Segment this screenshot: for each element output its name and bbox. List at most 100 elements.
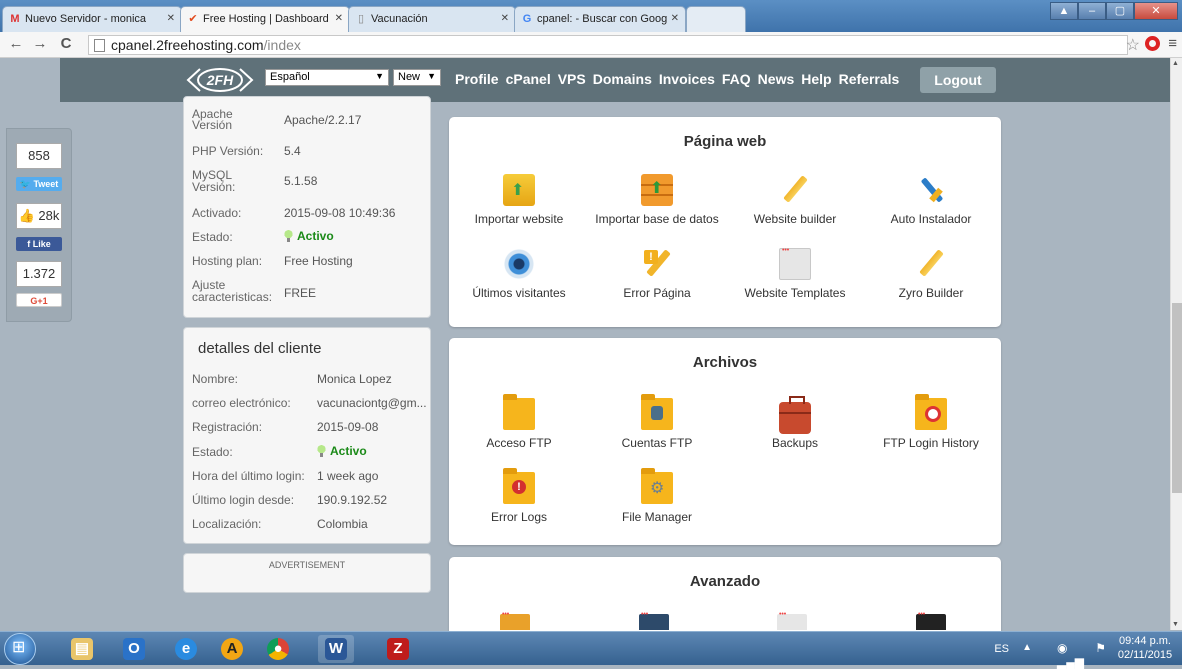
language-select[interactable]: Español ▼ bbox=[265, 69, 389, 86]
client-label: Estado: bbox=[192, 445, 233, 459]
zyro-builder-tool[interactable]: Zyro Builder bbox=[861, 248, 1001, 300]
website-templates-tool[interactable]: Website Templates bbox=[725, 247, 865, 300]
nav-invoices[interactable]: Invoices bbox=[659, 71, 715, 87]
word-icon: W bbox=[325, 638, 347, 660]
info-label: MySQL Versión: bbox=[192, 168, 236, 194]
facebook-like-button[interactable]: f Like bbox=[16, 237, 62, 251]
folder-clock-icon bbox=[915, 394, 947, 430]
nav-domains[interactable]: Domains bbox=[593, 71, 652, 87]
tab-dashboard[interactable]: ✔ Free Hosting | Dashboard ✕ bbox=[180, 6, 350, 32]
chrome-icon: ● bbox=[267, 638, 289, 660]
minimize-button[interactable]: – bbox=[1078, 2, 1106, 20]
taskbar-avast[interactable]: A bbox=[214, 635, 250, 663]
scroll-down-icon[interactable]: ▼ bbox=[1172, 621, 1179, 628]
taskbar-ie[interactable]: e bbox=[168, 635, 204, 663]
client-value: Monica Lopez bbox=[317, 372, 392, 386]
client-label: Registración: bbox=[192, 420, 263, 434]
error-logs-tool[interactable]: Error Logs bbox=[449, 468, 589, 524]
close-icon[interactable]: ✕ bbox=[167, 13, 175, 24]
google-icon: G bbox=[522, 13, 532, 25]
reload-icon[interactable]: C bbox=[56, 35, 76, 52]
client-value: 2015-09-08 bbox=[317, 420, 379, 434]
nav-referrals[interactable]: Referrals bbox=[839, 71, 900, 87]
backups-tool[interactable]: Backups bbox=[725, 396, 865, 450]
tweet-button[interactable]: 🐦 Tweet bbox=[16, 177, 62, 191]
address-bar: ← → C cpanel.2freehosting.com/index ☆ ≡ bbox=[0, 32, 1182, 58]
info-value: 5.4 bbox=[284, 144, 301, 158]
nav-cpanel[interactable]: cPanel bbox=[506, 71, 551, 87]
website-builder-tool[interactable]: Website builder bbox=[725, 174, 865, 226]
error-page-tool[interactable]: Error Página bbox=[587, 248, 727, 300]
forward-icon[interactable]: → bbox=[30, 35, 50, 52]
language-indicator[interactable]: ES bbox=[994, 643, 1009, 655]
ftp-access-tool[interactable]: Acceso FTP bbox=[449, 394, 589, 450]
file-manager-tool[interactable]: File Manager bbox=[587, 468, 727, 524]
nav-news[interactable]: News bbox=[758, 71, 795, 87]
clock-time[interactable]: 09:44 p.m. bbox=[1116, 635, 1174, 647]
client-label: Localización: bbox=[192, 517, 262, 531]
taskbar-explorer[interactable]: ▤ bbox=[64, 635, 100, 663]
info-label: Apache Versión bbox=[192, 107, 233, 132]
browser-tabstrip: M Nuevo Servidor - monica ✕ ✔ Free Hosti… bbox=[0, 0, 1182, 32]
nav-help[interactable]: Help bbox=[801, 71, 831, 87]
url-input[interactable]: cpanel.2freehosting.com/index bbox=[88, 35, 1128, 55]
nav-profile[interactable]: Profile bbox=[455, 71, 499, 87]
opera-extension-icon[interactable] bbox=[1145, 36, 1160, 51]
eye-icon bbox=[503, 248, 535, 280]
ie-icon: e bbox=[175, 638, 197, 660]
start-button[interactable] bbox=[4, 633, 36, 665]
ftp-login-history-tool[interactable]: FTP Login History bbox=[861, 394, 1001, 450]
taskbar-chrome[interactable]: ● bbox=[260, 635, 296, 663]
gplus-button[interactable]: G+1 bbox=[16, 293, 62, 307]
taskbar-filezilla[interactable]: Z bbox=[380, 635, 416, 663]
import-database-tool[interactable]: Importar base de datos bbox=[587, 174, 727, 226]
advanced-tool-icon[interactable] bbox=[639, 611, 669, 630]
menu-icon[interactable]: ≡ bbox=[1168, 35, 1177, 52]
tab-google[interactable]: G cpanel: - Buscar con Goog ✕ bbox=[514, 6, 686, 32]
last-visitors-tool[interactable]: Últimos visitantes bbox=[449, 248, 589, 300]
advanced-tool-icon[interactable] bbox=[500, 611, 530, 630]
wrench-icon bbox=[915, 174, 947, 206]
client-value: 1 week ago bbox=[317, 469, 379, 483]
close-icon[interactable]: ✕ bbox=[335, 13, 343, 24]
info-value: FREE bbox=[284, 286, 317, 300]
maximize-button[interactable]: ▢ bbox=[1106, 2, 1134, 20]
advanced-tool-icon[interactable] bbox=[916, 611, 946, 630]
close-window-button[interactable]: ✕ bbox=[1134, 2, 1178, 20]
import-website-tool[interactable]: Importar website bbox=[449, 174, 589, 226]
chevron-down-icon: ▼ bbox=[427, 71, 436, 81]
status-badge: Activo bbox=[284, 230, 334, 242]
auto-installer-tool[interactable]: Auto Instalador bbox=[861, 174, 1001, 226]
lightbulb-icon bbox=[284, 230, 293, 242]
bookmark-star-icon[interactable]: ☆ bbox=[1126, 35, 1140, 55]
database-import-icon bbox=[641, 174, 673, 206]
clock-date[interactable]: 02/11/2015 bbox=[1116, 649, 1174, 661]
logout-button[interactable]: Logout bbox=[920, 67, 996, 93]
close-icon[interactable]: ✕ bbox=[501, 13, 509, 24]
ftp-accounts-tool[interactable]: Cuentas FTP bbox=[587, 394, 727, 450]
advanced-tool-icon[interactable] bbox=[777, 611, 807, 630]
new-select[interactable]: New ▼ bbox=[393, 69, 441, 86]
action-center-flag-icon[interactable]: ⚑ bbox=[1095, 641, 1106, 655]
chevron-down-icon: ▼ bbox=[375, 71, 384, 81]
taskbar-outlook[interactable]: O bbox=[116, 635, 152, 663]
2fh-logo[interactable]: 2FH bbox=[184, 66, 256, 94]
close-icon[interactable]: ✕ bbox=[671, 13, 679, 24]
nav-vps[interactable]: VPS bbox=[558, 71, 586, 87]
page-scrollbar[interactable]: ▲ ▼ bbox=[1170, 58, 1182, 630]
scrollbar-thumb[interactable] bbox=[1172, 303, 1182, 493]
tab-gmail[interactable]: M Nuevo Servidor - monica ✕ bbox=[2, 6, 182, 32]
error-pencil-icon bbox=[641, 248, 673, 280]
new-tab-button[interactable] bbox=[686, 6, 746, 32]
user-icon[interactable]: ▲ bbox=[1050, 2, 1078, 20]
window-controls: ▲ – ▢ ✕ bbox=[1050, 2, 1178, 22]
tab-vacunacion[interactable]: ▯ Vacunación ✕ bbox=[348, 6, 516, 32]
scroll-up-icon[interactable]: ▲ bbox=[1172, 60, 1179, 67]
nav-faq[interactable]: FAQ bbox=[722, 71, 751, 87]
client-label: correo electrónico: bbox=[192, 396, 291, 410]
show-hidden-icons-icon[interactable]: ▲ bbox=[1022, 642, 1032, 653]
info-label: Hosting plan: bbox=[192, 254, 263, 268]
taskbar-word[interactable]: W bbox=[318, 635, 354, 663]
back-icon[interactable]: ← bbox=[6, 35, 26, 52]
server-info-panel: Apache Versión Apache/2.2.17 PHP Versión… bbox=[183, 96, 431, 318]
